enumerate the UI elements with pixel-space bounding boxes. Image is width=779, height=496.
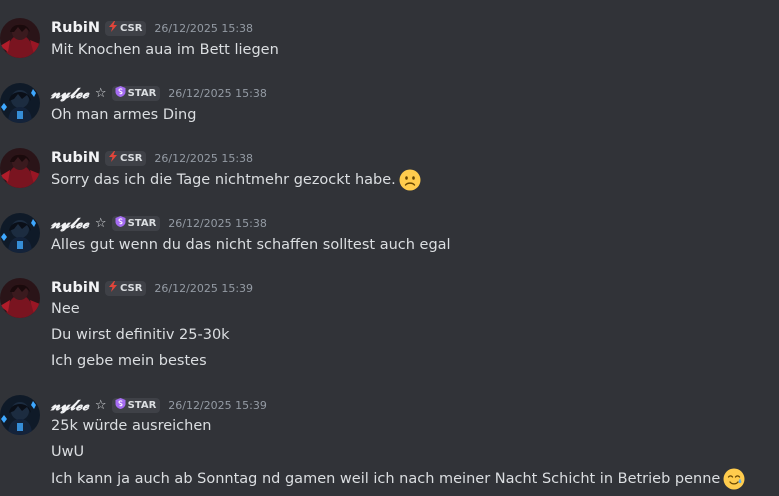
message-text: Du wirst definitiv 25-30k	[51, 327, 230, 343]
shield-s-icon	[115, 216, 126, 230]
avatar-nylee-image	[0, 213, 40, 253]
lightning-bolt-icon	[108, 21, 118, 35]
avatar-nylee-image	[0, 395, 40, 435]
server-tag[interactable]: STAR	[111, 85, 161, 101]
message-header: 𝓷𝔂𝓵𝓮𝓮 ☆ STAR 26/12/2025 15:38	[51, 213, 267, 233]
server-tag-label: CSR	[119, 152, 143, 164]
lightning-bolt-icon	[108, 151, 118, 165]
smiling-face-with-tear-emoji[interactable]	[723, 468, 745, 490]
shield-s-icon	[115, 86, 126, 100]
message-text: Nee	[51, 301, 80, 317]
shield-s-icon	[115, 398, 126, 412]
server-tag-label: CSR	[119, 22, 143, 34]
message-header: 𝓷𝔂𝓵𝓮𝓮 ☆ STAR 26/12/2025 15:39	[51, 395, 267, 415]
avatar[interactable]	[0, 83, 40, 123]
server-tag-label: STAR	[127, 87, 157, 99]
timestamp[interactable]: 26/12/2025 15:38	[168, 217, 267, 230]
avatar-rubin-image	[0, 148, 40, 188]
server-tag[interactable]: STAR	[111, 397, 161, 413]
timestamp[interactable]: 26/12/2025 15:39	[154, 282, 253, 295]
username[interactable]: RubiN	[51, 150, 100, 166]
message-header: RubiN CSR 26/12/2025 15:38	[51, 148, 253, 168]
message-text: UwU	[51, 444, 85, 460]
chat-log: RubiN CSR 26/12/2025 15:38 Mit Knochen a…	[0, 0, 779, 496]
server-tag[interactable]: CSR	[104, 20, 147, 36]
slightly-frowning-face-emoji[interactable]	[399, 169, 421, 191]
username[interactable]: 𝓷𝔂𝓵𝓮𝓮	[51, 85, 89, 102]
username[interactable]: 𝓷𝔂𝓵𝓮𝓮	[51, 397, 89, 414]
star-icon: ☆	[94, 397, 107, 413]
server-tag-label: STAR	[127, 399, 157, 411]
avatar[interactable]	[0, 18, 40, 58]
star-icon: ☆	[94, 85, 107, 101]
avatar-rubin-image	[0, 18, 40, 58]
server-tag[interactable]: CSR	[104, 150, 147, 166]
avatar[interactable]	[0, 395, 40, 435]
server-tag[interactable]: CSR	[104, 280, 147, 296]
message-text: Sorry das ich die Tage nichtmehr gezockt…	[51, 172, 396, 188]
message-text: Mit Knochen aua im Bett liegen	[51, 42, 279, 58]
timestamp[interactable]: 26/12/2025 15:38	[168, 87, 267, 100]
message-header: RubiN CSR 26/12/2025 15:39	[51, 278, 253, 298]
timestamp[interactable]: 26/12/2025 15:38	[154, 152, 253, 165]
timestamp[interactable]: 26/12/2025 15:38	[154, 22, 253, 35]
avatar[interactable]	[0, 148, 40, 188]
avatar-rubin-image	[0, 278, 40, 318]
avatar[interactable]	[0, 213, 40, 253]
username[interactable]: RubiN	[51, 280, 100, 296]
message-line: Sorry das ich die Tage nichtmehr gezockt…	[51, 169, 421, 191]
message-text: Ich kann ja auch ab Sonntag nd gamen wei…	[51, 471, 721, 487]
message-text: Ich gebe mein bestes	[51, 353, 207, 369]
message-group: RubiN CSR 26/12/2025 15:38 Sorry das ich…	[0, 148, 779, 191]
server-tag-label: CSR	[119, 282, 143, 294]
message-text: 25k würde ausreichen	[51, 418, 212, 434]
message-text: Oh man armes Ding	[51, 107, 197, 123]
message-header: RubiN CSR 26/12/2025 15:38	[51, 18, 253, 38]
server-tag-label: STAR	[127, 217, 157, 229]
message-header: 𝓷𝔂𝓵𝓮𝓮 ☆ STAR 26/12/2025 15:38	[51, 83, 267, 103]
username[interactable]: 𝓷𝔂𝓵𝓮𝓮	[51, 215, 89, 232]
lightning-bolt-icon	[108, 281, 118, 295]
avatar-nylee-image	[0, 83, 40, 123]
message-line: Ich kann ja auch ab Sonntag nd gamen wei…	[51, 468, 745, 490]
avatar[interactable]	[0, 278, 40, 318]
message-group: 𝓷𝔂𝓵𝓮𝓮 ☆ STAR 26/12/2025 15:38 Oh man arm…	[0, 83, 779, 123]
star-icon: ☆	[94, 215, 107, 231]
message-group: RubiN CSR 26/12/2025 15:38 Mit Knochen a…	[0, 18, 779, 58]
username[interactable]: RubiN	[51, 20, 100, 36]
message-text: Alles gut wenn du das nicht schaffen sol…	[51, 237, 451, 253]
server-tag[interactable]: STAR	[111, 215, 161, 231]
message-group: 𝓷𝔂𝓵𝓮𝓮 ☆ STAR 26/12/2025 15:38 Alles gut …	[0, 213, 779, 253]
message-group: 𝓷𝔂𝓵𝓮𝓮 ☆ STAR 26/12/2025 15:39 25k würde …	[0, 395, 779, 496]
timestamp[interactable]: 26/12/2025 15:39	[168, 399, 267, 412]
message-group: RubiN CSR 26/12/2025 15:39 Nee Du wirst …	[0, 278, 779, 373]
